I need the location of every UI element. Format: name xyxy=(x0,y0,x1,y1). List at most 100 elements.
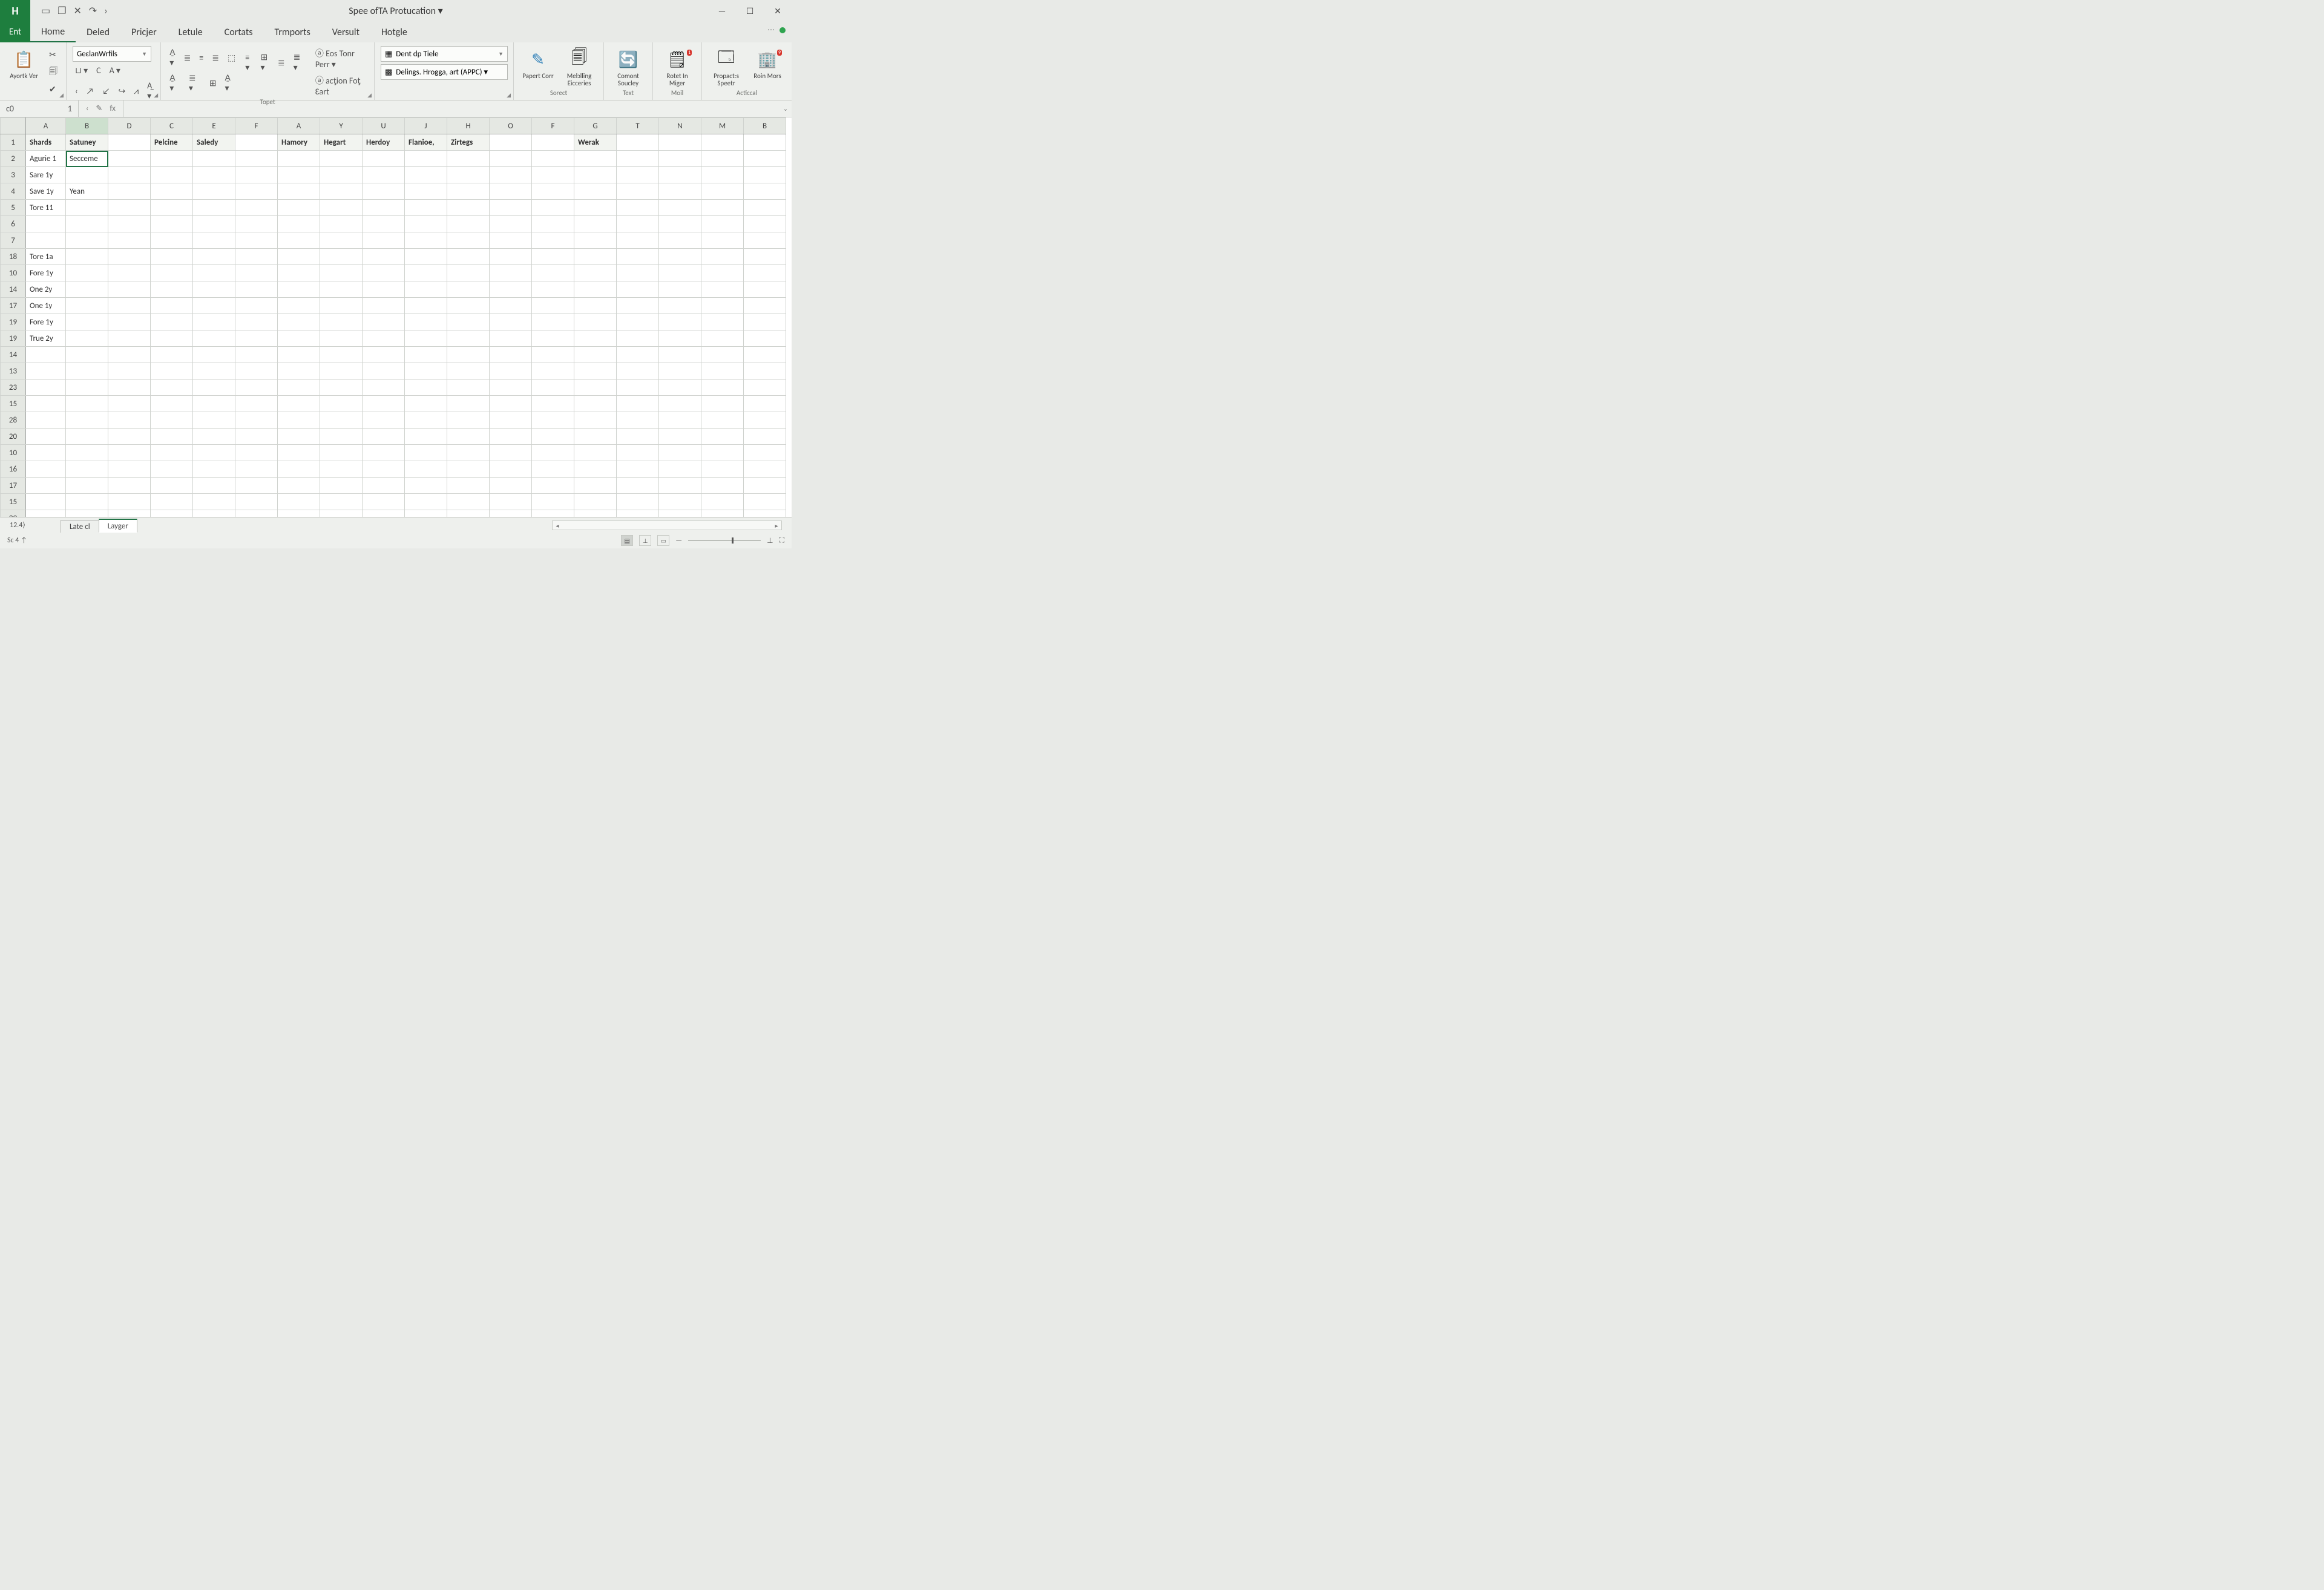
cell[interactable] xyxy=(574,510,617,517)
cell[interactable] xyxy=(574,151,617,167)
cell[interactable] xyxy=(278,510,320,517)
cell[interactable] xyxy=(66,249,108,265)
cell[interactable] xyxy=(363,151,405,167)
cell[interactable] xyxy=(235,232,278,249)
cell[interactable]: Werak xyxy=(574,134,617,151)
cell[interactable] xyxy=(447,510,490,517)
cell[interactable] xyxy=(363,396,405,412)
align-a-0-icon[interactable]: A̱ ▾ xyxy=(167,46,177,69)
row-header[interactable]: 15 xyxy=(1,494,26,510)
cell[interactable] xyxy=(447,445,490,461)
tab-versult[interactable]: Versult xyxy=(321,22,370,42)
cell[interactable] xyxy=(532,281,574,298)
cell[interactable] xyxy=(574,363,617,379)
cell[interactable] xyxy=(66,494,108,510)
select-all-corner[interactable] xyxy=(1,118,26,134)
cell[interactable] xyxy=(574,249,617,265)
app-icon[interactable]: H xyxy=(0,0,30,22)
cell[interactable] xyxy=(490,200,532,216)
cell[interactable] xyxy=(701,396,744,412)
cell[interactable] xyxy=(108,510,151,517)
font-bot-3-icon[interactable]: ↪ xyxy=(116,85,128,97)
cell[interactable] xyxy=(235,510,278,517)
cell[interactable] xyxy=(108,314,151,330)
cell[interactable] xyxy=(278,151,320,167)
cell[interactable] xyxy=(363,281,405,298)
align-sp-2-icon[interactable] xyxy=(260,46,264,48)
cell[interactable]: Tore 1a xyxy=(26,249,66,265)
cell[interactable] xyxy=(278,478,320,494)
font-bot-2-icon[interactable]: ↙ xyxy=(100,85,112,97)
cell[interactable] xyxy=(405,314,447,330)
row-header[interactable]: 6 xyxy=(1,216,26,232)
cell[interactable] xyxy=(26,412,66,429)
view-break-button[interactable]: ▭ xyxy=(657,535,669,546)
cell[interactable] xyxy=(66,429,108,445)
cell[interactable] xyxy=(659,412,701,429)
cell[interactable] xyxy=(278,445,320,461)
column-header[interactable]: U xyxy=(363,118,405,134)
sort-filter-button[interactable]: 🔄Comont Soucley xyxy=(610,46,646,87)
cell[interactable] xyxy=(235,183,278,200)
align-sp-1-icon[interactable] xyxy=(251,46,256,48)
cell[interactable] xyxy=(574,232,617,249)
cell[interactable] xyxy=(701,183,744,200)
cell[interactable] xyxy=(66,347,108,363)
cell[interactable] xyxy=(278,412,320,429)
cell[interactable] xyxy=(363,232,405,249)
cell[interactable] xyxy=(659,347,701,363)
row-header[interactable]: 10 xyxy=(1,445,26,461)
cell[interactable] xyxy=(574,183,617,200)
row-header[interactable]: 14 xyxy=(1,281,26,298)
cell[interactable] xyxy=(151,298,193,314)
qat-tabs-icon[interactable]: ❐ xyxy=(57,5,66,17)
cell[interactable] xyxy=(66,200,108,216)
cell[interactable] xyxy=(26,379,66,396)
cell[interactable] xyxy=(617,379,659,396)
font-bot-4-icon[interactable]: ⩘ xyxy=(131,85,141,97)
cell[interactable] xyxy=(574,429,617,445)
cell[interactable] xyxy=(108,478,151,494)
cell[interactable] xyxy=(490,167,532,183)
cell[interactable] xyxy=(490,347,532,363)
column-header[interactable]: D xyxy=(108,118,151,134)
cell[interactable] xyxy=(617,412,659,429)
cell[interactable] xyxy=(235,200,278,216)
cell[interactable] xyxy=(363,249,405,265)
cell[interactable] xyxy=(744,183,786,200)
cell[interactable] xyxy=(532,412,574,429)
cell[interactable] xyxy=(744,281,786,298)
cell[interactable] xyxy=(278,314,320,330)
cell[interactable] xyxy=(193,167,235,183)
cell[interactable] xyxy=(278,216,320,232)
cell[interactable] xyxy=(320,151,363,167)
cell[interactable] xyxy=(405,281,447,298)
cell[interactable] xyxy=(235,265,278,281)
cell[interactable] xyxy=(659,363,701,379)
cell[interactable] xyxy=(320,396,363,412)
cell[interactable] xyxy=(26,445,66,461)
cell[interactable] xyxy=(490,396,532,412)
cell[interactable] xyxy=(659,281,701,298)
cell[interactable] xyxy=(532,461,574,478)
cell[interactable]: Pelcine xyxy=(151,134,193,151)
close-button[interactable]: ✕ xyxy=(764,0,792,22)
cell[interactable] xyxy=(490,510,532,517)
cell[interactable] xyxy=(617,478,659,494)
cell-style-combo[interactable]: ▩ Delings. Hrogga, art (APPC) ▾ xyxy=(381,64,508,80)
cell[interactable] xyxy=(490,494,532,510)
cell[interactable] xyxy=(617,134,659,151)
cell[interactable] xyxy=(617,330,659,347)
cell[interactable] xyxy=(701,167,744,183)
cell[interactable] xyxy=(617,167,659,183)
align-a-2-icon[interactable]: ≡ xyxy=(197,51,206,64)
align-c-0-icon[interactable]: ≡ ▾ xyxy=(243,51,254,74)
cell[interactable] xyxy=(66,363,108,379)
cell[interactable] xyxy=(26,494,66,510)
cell[interactable] xyxy=(701,347,744,363)
cell[interactable] xyxy=(108,461,151,478)
column-header[interactable]: B xyxy=(66,118,108,134)
cell[interactable] xyxy=(193,510,235,517)
cell[interactable] xyxy=(659,478,701,494)
qat-redo-icon[interactable]: ↷ xyxy=(89,5,97,17)
